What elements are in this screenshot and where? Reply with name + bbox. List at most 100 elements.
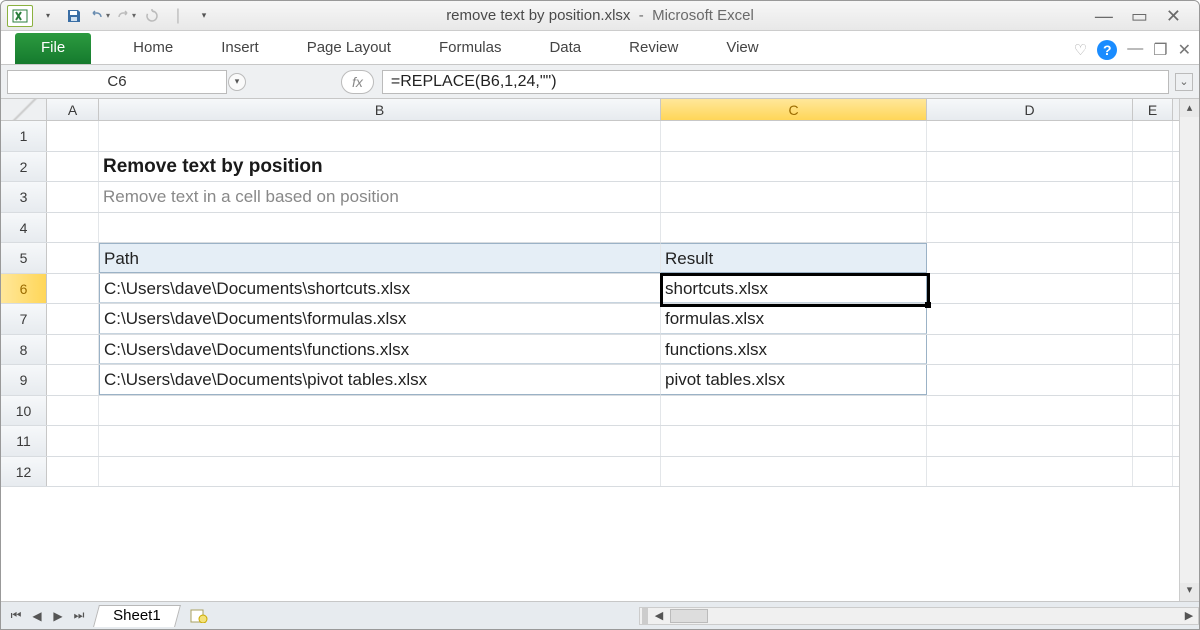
tab-review[interactable]: Review	[605, 33, 702, 64]
hscroll-right-icon[interactable]: ▶	[1180, 609, 1198, 622]
cell-E7[interactable]	[1133, 304, 1173, 334]
vscroll-track[interactable]	[1180, 117, 1199, 583]
formula-input[interactable]: =REPLACE(B6,1,24,"")	[382, 70, 1169, 94]
cell-E8[interactable]	[1133, 335, 1173, 365]
cell-A11[interactable]	[47, 426, 99, 456]
row-header-8[interactable]: 8	[1, 335, 47, 365]
excel-logo[interactable]	[7, 5, 33, 27]
row-header-6[interactable]: 6	[1, 274, 47, 304]
cell-B8[interactable]: C:\Users\dave\Documents\functions.xlsx	[99, 335, 661, 365]
doc-restore-button[interactable]: ❐	[1153, 40, 1167, 60]
cell-D4[interactable]	[927, 213, 1133, 243]
name-box[interactable]: C6 ▾	[7, 70, 227, 94]
cell-D1[interactable]	[927, 121, 1133, 151]
row-header-2[interactable]: 2	[1, 152, 47, 182]
tab-formulas[interactable]: Formulas	[415, 33, 526, 64]
cell-E1[interactable]	[1133, 121, 1173, 151]
cell-E6[interactable]	[1133, 274, 1173, 304]
hscroll-splitter[interactable]	[642, 608, 648, 624]
hscroll-thumb[interactable]	[670, 609, 708, 623]
ribbon-collapse-icon[interactable]: ♡	[1074, 41, 1087, 59]
cell-B11[interactable]	[99, 426, 661, 456]
cell-B3[interactable]: Remove text in a cell based on position	[99, 182, 661, 212]
doc-close-button[interactable]: ✕	[1178, 40, 1191, 60]
cell-D12[interactable]	[927, 457, 1133, 487]
cell-A1[interactable]	[47, 121, 99, 151]
select-all-corner[interactable]	[1, 99, 47, 120]
cell-C6[interactable]: shortcuts.xlsx	[661, 274, 927, 304]
tab-data[interactable]: Data	[525, 33, 605, 64]
cell-D5[interactable]	[927, 243, 1133, 273]
cell-B12[interactable]	[99, 457, 661, 487]
cell-B1[interactable]	[99, 121, 661, 151]
tab-view[interactable]: View	[702, 33, 782, 64]
maximize-button[interactable]: ▭	[1131, 7, 1148, 25]
row-header-11[interactable]: 11	[1, 426, 47, 456]
cell-C2[interactable]	[661, 152, 927, 182]
cell-E3[interactable]	[1133, 182, 1173, 212]
col-header-E[interactable]: E	[1133, 99, 1173, 120]
row-header-9[interactable]: 9	[1, 365, 47, 395]
tab-insert[interactable]: Insert	[197, 33, 283, 64]
cell-E9[interactable]	[1133, 365, 1173, 395]
save-button[interactable]	[63, 5, 85, 27]
cell-A9[interactable]	[47, 365, 99, 395]
cell-D6[interactable]	[927, 274, 1133, 304]
cell-E11[interactable]	[1133, 426, 1173, 456]
tab-page-layout[interactable]: Page Layout	[283, 33, 415, 64]
cell-C1[interactable]	[661, 121, 927, 151]
row-header-4[interactable]: 4	[1, 213, 47, 243]
cell-E5[interactable]	[1133, 243, 1173, 273]
grid-main[interactable]: A B C D E 1 2	[1, 99, 1179, 601]
cell-C8[interactable]: functions.xlsx	[661, 335, 927, 365]
row-header-7[interactable]: 7	[1, 304, 47, 334]
cell-E4[interactable]	[1133, 213, 1173, 243]
cell-A6[interactable]	[47, 274, 99, 304]
fx-icon[interactable]: fx	[352, 74, 363, 90]
cell-E10[interactable]	[1133, 396, 1173, 426]
cell-D2[interactable]	[927, 152, 1133, 182]
row-header-1[interactable]: 1	[1, 121, 47, 151]
cell-D11[interactable]	[927, 426, 1133, 456]
cell-C10[interactable]	[661, 396, 927, 426]
scroll-up-icon[interactable]: ▴	[1187, 101, 1193, 117]
undo-button[interactable]: ▾	[89, 5, 111, 27]
cell-C7[interactable]: formulas.xlsx	[661, 304, 927, 334]
cell-A12[interactable]	[47, 457, 99, 487]
row-header-10[interactable]: 10	[1, 396, 47, 426]
cell-A8[interactable]	[47, 335, 99, 365]
qat-dropdown-icon[interactable]: ▾	[37, 5, 59, 27]
formula-expand-button[interactable]: ⌄	[1175, 73, 1193, 91]
cell-B5[interactable]: Path	[99, 243, 661, 273]
row-header-5[interactable]: 5	[1, 243, 47, 273]
cell-C3[interactable]	[661, 182, 927, 212]
cell-B6[interactable]: C:\Users\dave\Documents\shortcuts.xlsx	[99, 274, 661, 304]
cell-B2[interactable]: Remove text by position	[99, 152, 661, 182]
cell-C12[interactable]	[661, 457, 927, 487]
scroll-down-icon[interactable]: ▾	[1187, 583, 1193, 599]
col-header-A[interactable]: A	[47, 99, 99, 120]
sheet-next-button[interactable]: ▶	[49, 607, 67, 625]
row-header-3[interactable]: 3	[1, 182, 47, 212]
tab-home[interactable]: Home	[109, 33, 197, 64]
tab-file[interactable]: File	[15, 33, 91, 64]
cell-B9[interactable]: C:\Users\dave\Documents\pivot tables.xls…	[99, 365, 661, 395]
col-header-B[interactable]: B	[99, 99, 661, 120]
minimize-button[interactable]: ―	[1095, 7, 1113, 25]
sheet-tab-sheet1[interactable]: Sheet1	[93, 605, 180, 627]
cell-B7[interactable]: C:\Users\dave\Documents\formulas.xlsx	[99, 304, 661, 334]
cell-C4[interactable]	[661, 213, 927, 243]
cell-A7[interactable]	[47, 304, 99, 334]
row-header-12[interactable]: 12	[1, 457, 47, 487]
sheet-last-button[interactable]: ⏭	[70, 607, 88, 625]
cell-B4[interactable]	[99, 213, 661, 243]
sheet-first-button[interactable]: ⏮	[7, 607, 25, 625]
vertical-scrollbar[interactable]: ▴ ▾	[1179, 99, 1199, 601]
cell-D8[interactable]	[927, 335, 1133, 365]
cell-A5[interactable]	[47, 243, 99, 273]
redo-button[interactable]: ▾	[115, 5, 137, 27]
cell-C5[interactable]: Result	[661, 243, 927, 273]
hscroll-left-icon[interactable]: ◀	[650, 609, 668, 622]
cell-E12[interactable]	[1133, 457, 1173, 487]
help-button[interactable]: ?	[1097, 40, 1117, 60]
